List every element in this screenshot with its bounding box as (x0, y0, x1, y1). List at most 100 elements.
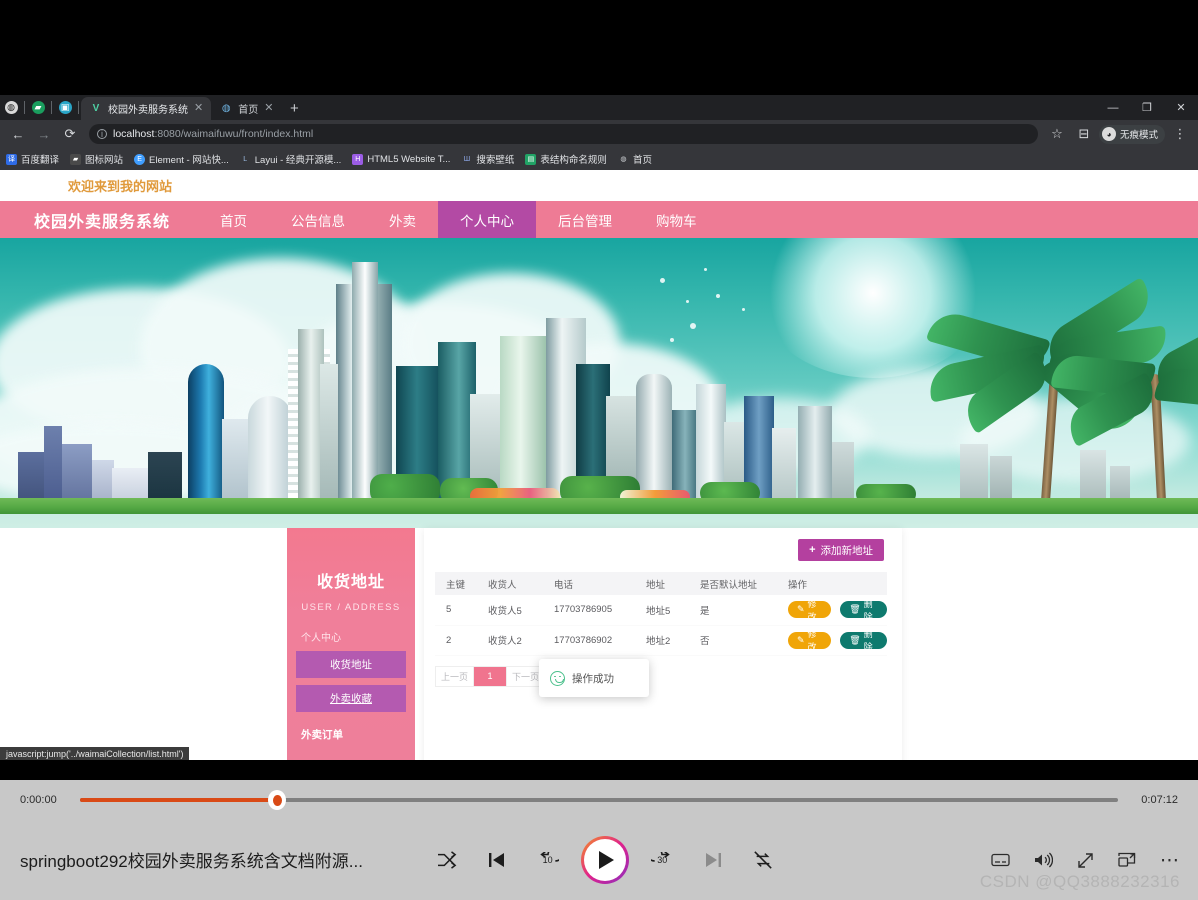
address-bar-text: localhost:8080/waimaifuwu/front/index.ht… (113, 128, 313, 140)
cell-is-default: 否 (689, 625, 777, 656)
bookmark-6[interactable]: ▤ 表结构命名规则 (525, 152, 607, 166)
bookmark-4[interactable]: H HTML5 Website T... (352, 153, 450, 165)
forward-icon[interactable]: → (32, 122, 56, 146)
screen: ◍ ▰ ▣ V 校园外卖服务系统 ✕ ◍ 首页 ✕ + — ❐ ✕ ← → ⟳ … (0, 0, 1198, 900)
bookmark-icon: 译 (6, 153, 17, 165)
table-row: 2 收货人2 17703786902 地址2 否 ✎ 修改 🗑 删除 (435, 625, 887, 656)
bookmark-5[interactable]: Ш 搜索壁纸 (461, 152, 514, 166)
browser-tab-0[interactable]: V 校园外卖服务系统 ✕ (81, 97, 212, 120)
divider (78, 101, 79, 114)
top-black-band (0, 0, 1198, 95)
delete-button[interactable]: 🗑 删除 (840, 629, 887, 652)
tab-close-icon[interactable]: ✕ (194, 103, 203, 114)
seek-handle[interactable] (268, 790, 287, 810)
previous-track-icon[interactable] (480, 843, 514, 877)
link-status-bar: javascript:jump('../waimaiCollection/lis… (0, 747, 190, 760)
web-page: 欢迎来到我的网站 校园外卖服务系统 首页 公告信息 外卖 个人中心 后台管理 购… (0, 170, 1198, 760)
bookmark-icon: L (239, 153, 251, 165)
address-bar[interactable]: i localhost:8080/waimaifuwu/front/index.… (89, 124, 1038, 144)
row-actions: ✎ 修改 🗑 删除 (788, 629, 887, 652)
sidebar-subtitle: USER / ADDRESS (301, 602, 401, 613)
play-button[interactable] (581, 836, 629, 884)
browser-tab-1[interactable]: ◍ 首页 ✕ (211, 97, 281, 120)
plus-icon: + (809, 544, 816, 556)
cell-actions: ✎ 修改 🗑 删除 (777, 625, 887, 656)
bilibili-icon[interactable]: ▣ (54, 95, 76, 120)
pagination-prev[interactable]: 上一页 (436, 666, 475, 686)
browser-toolbar: ← → ⟳ i localhost:8080/waimaifuwu/front/… (0, 120, 1198, 148)
forward-30-icon[interactable]: 30 (645, 843, 679, 877)
globe-icon[interactable]: ◍ (0, 95, 22, 120)
bookmark-0[interactable]: 译百度翻译 (6, 152, 59, 166)
welcome-text: 欢迎来到我的网站 (68, 179, 173, 194)
subtitles-icon[interactable] (991, 853, 1010, 867)
reading-list-icon[interactable]: ⊟ (1072, 122, 1096, 146)
nav-item-cart[interactable]: 购物车 (634, 201, 719, 238)
bookmark-label: 首页 (632, 155, 652, 166)
incognito-indicator[interactable]: ◕ 无痕模式 (1098, 124, 1165, 144)
maximize-button[interactable]: ❐ (1130, 95, 1164, 120)
controls-row: springboot292校园外卖服务系统含文档附源... 10 30 ⋯ CS… (0, 820, 1198, 900)
city-skyline (0, 262, 1198, 515)
bookmark-label: Element - 网站快... (149, 155, 229, 166)
bookmark-label: 百度翻译 (21, 155, 60, 166)
forward-seconds-label: 30 (657, 855, 668, 865)
smile-icon (550, 670, 565, 686)
seek-progress (80, 798, 278, 802)
nav-item-home[interactable]: 首页 (198, 201, 269, 238)
cell-phone: 17703786902 (543, 625, 635, 656)
fullscreen-icon[interactable] (1077, 852, 1094, 869)
picture-in-picture-icon[interactable] (1118, 852, 1136, 868)
back-icon[interactable]: ← (6, 122, 30, 146)
minimize-button[interactable]: — (1096, 95, 1130, 120)
rewind-10-icon[interactable]: 10 (531, 843, 565, 877)
sheet-icon[interactable]: ▰ (27, 95, 49, 120)
sidebar-group-label: 个人中心 (301, 633, 341, 644)
bookmark-3[interactable]: L Layui - 经典开源模... (239, 152, 341, 166)
nav-item-announcements[interactable]: 公告信息 (269, 201, 367, 238)
edit-button[interactable]: ✎ 修改 (788, 599, 832, 622)
site-logo[interactable]: 校园外卖服务系统 (0, 201, 198, 238)
bookmark-label: 图标网站 (85, 155, 124, 166)
shuffle-icon[interactable] (430, 843, 464, 877)
more-options-icon[interactable]: ⋯ (1160, 849, 1180, 872)
new-tab-button[interactable]: + (281, 97, 307, 120)
bookmarks-bar: 译百度翻译 ▰ 图标网站 E Element - 网站快... L Layui - 经… (0, 148, 1198, 170)
sidebar-item-address[interactable]: 收货地址 (296, 651, 406, 678)
delete-button[interactable]: 🗑 删除 (840, 599, 887, 622)
seek-track[interactable] (80, 790, 1118, 810)
tab-close-icon[interactable]: ✕ (264, 103, 273, 114)
reload-icon[interactable]: ⟳ (58, 122, 82, 146)
bookmark-7[interactable]: ◍ 首页 (617, 152, 652, 166)
pencil-icon: ✎ (797, 634, 805, 645)
add-address-button[interactable]: + 添加新地址 (798, 539, 884, 561)
close-window-button[interactable]: ✕ (1164, 95, 1198, 120)
video-title: springboot292校园外卖服务系统含文档附源... (20, 852, 363, 871)
panel-toolbar: + 添加新地址 (424, 528, 902, 572)
cell-address: 地址2 (635, 625, 689, 656)
chrome-menu-icon[interactable]: ⋮ (1168, 122, 1192, 146)
bookmark-2[interactable]: E Element - 网站快... (134, 152, 229, 166)
col-phone: 电话 (543, 572, 635, 595)
volume-icon[interactable] (1034, 852, 1053, 868)
site-info-icon[interactable]: i (97, 129, 107, 139)
nav-item-admin[interactable]: 后台管理 (536, 201, 634, 238)
nav-item-user-center[interactable]: 个人中心 (438, 201, 537, 238)
cell-receiver: 收货人5 (477, 595, 543, 626)
csdn-watermark: CSDN @QQ3888232316 (979, 872, 1180, 891)
cell-receiver: 收货人2 (477, 625, 543, 656)
address-table: 主键 收货人 电话 地址 是否默认地址 操作 5 收货人5 1770378690… (435, 572, 887, 656)
sidebar-item-favorites[interactable]: 外卖收藏 (296, 685, 406, 712)
bookmark-star-icon[interactable]: ☆ (1045, 122, 1069, 146)
bookmark-icon: ◍ (617, 153, 629, 165)
edit-button[interactable]: ✎ 修改 (788, 629, 832, 652)
next-track-icon[interactable] (696, 843, 730, 877)
bookmark-1[interactable]: ▰ 图标网站 (70, 152, 123, 166)
nav-item-takeout[interactable]: 外卖 (367, 201, 438, 238)
repeat-off-icon[interactable] (746, 843, 780, 877)
tab-favicon: V (92, 103, 100, 114)
sidebar-item-orders[interactable]: 外卖订单 (296, 721, 406, 748)
toast-notification: 操作成功 (539, 659, 649, 697)
pagination-page-1[interactable]: 1 (474, 666, 508, 686)
toast-message: 操作成功 (572, 672, 614, 685)
